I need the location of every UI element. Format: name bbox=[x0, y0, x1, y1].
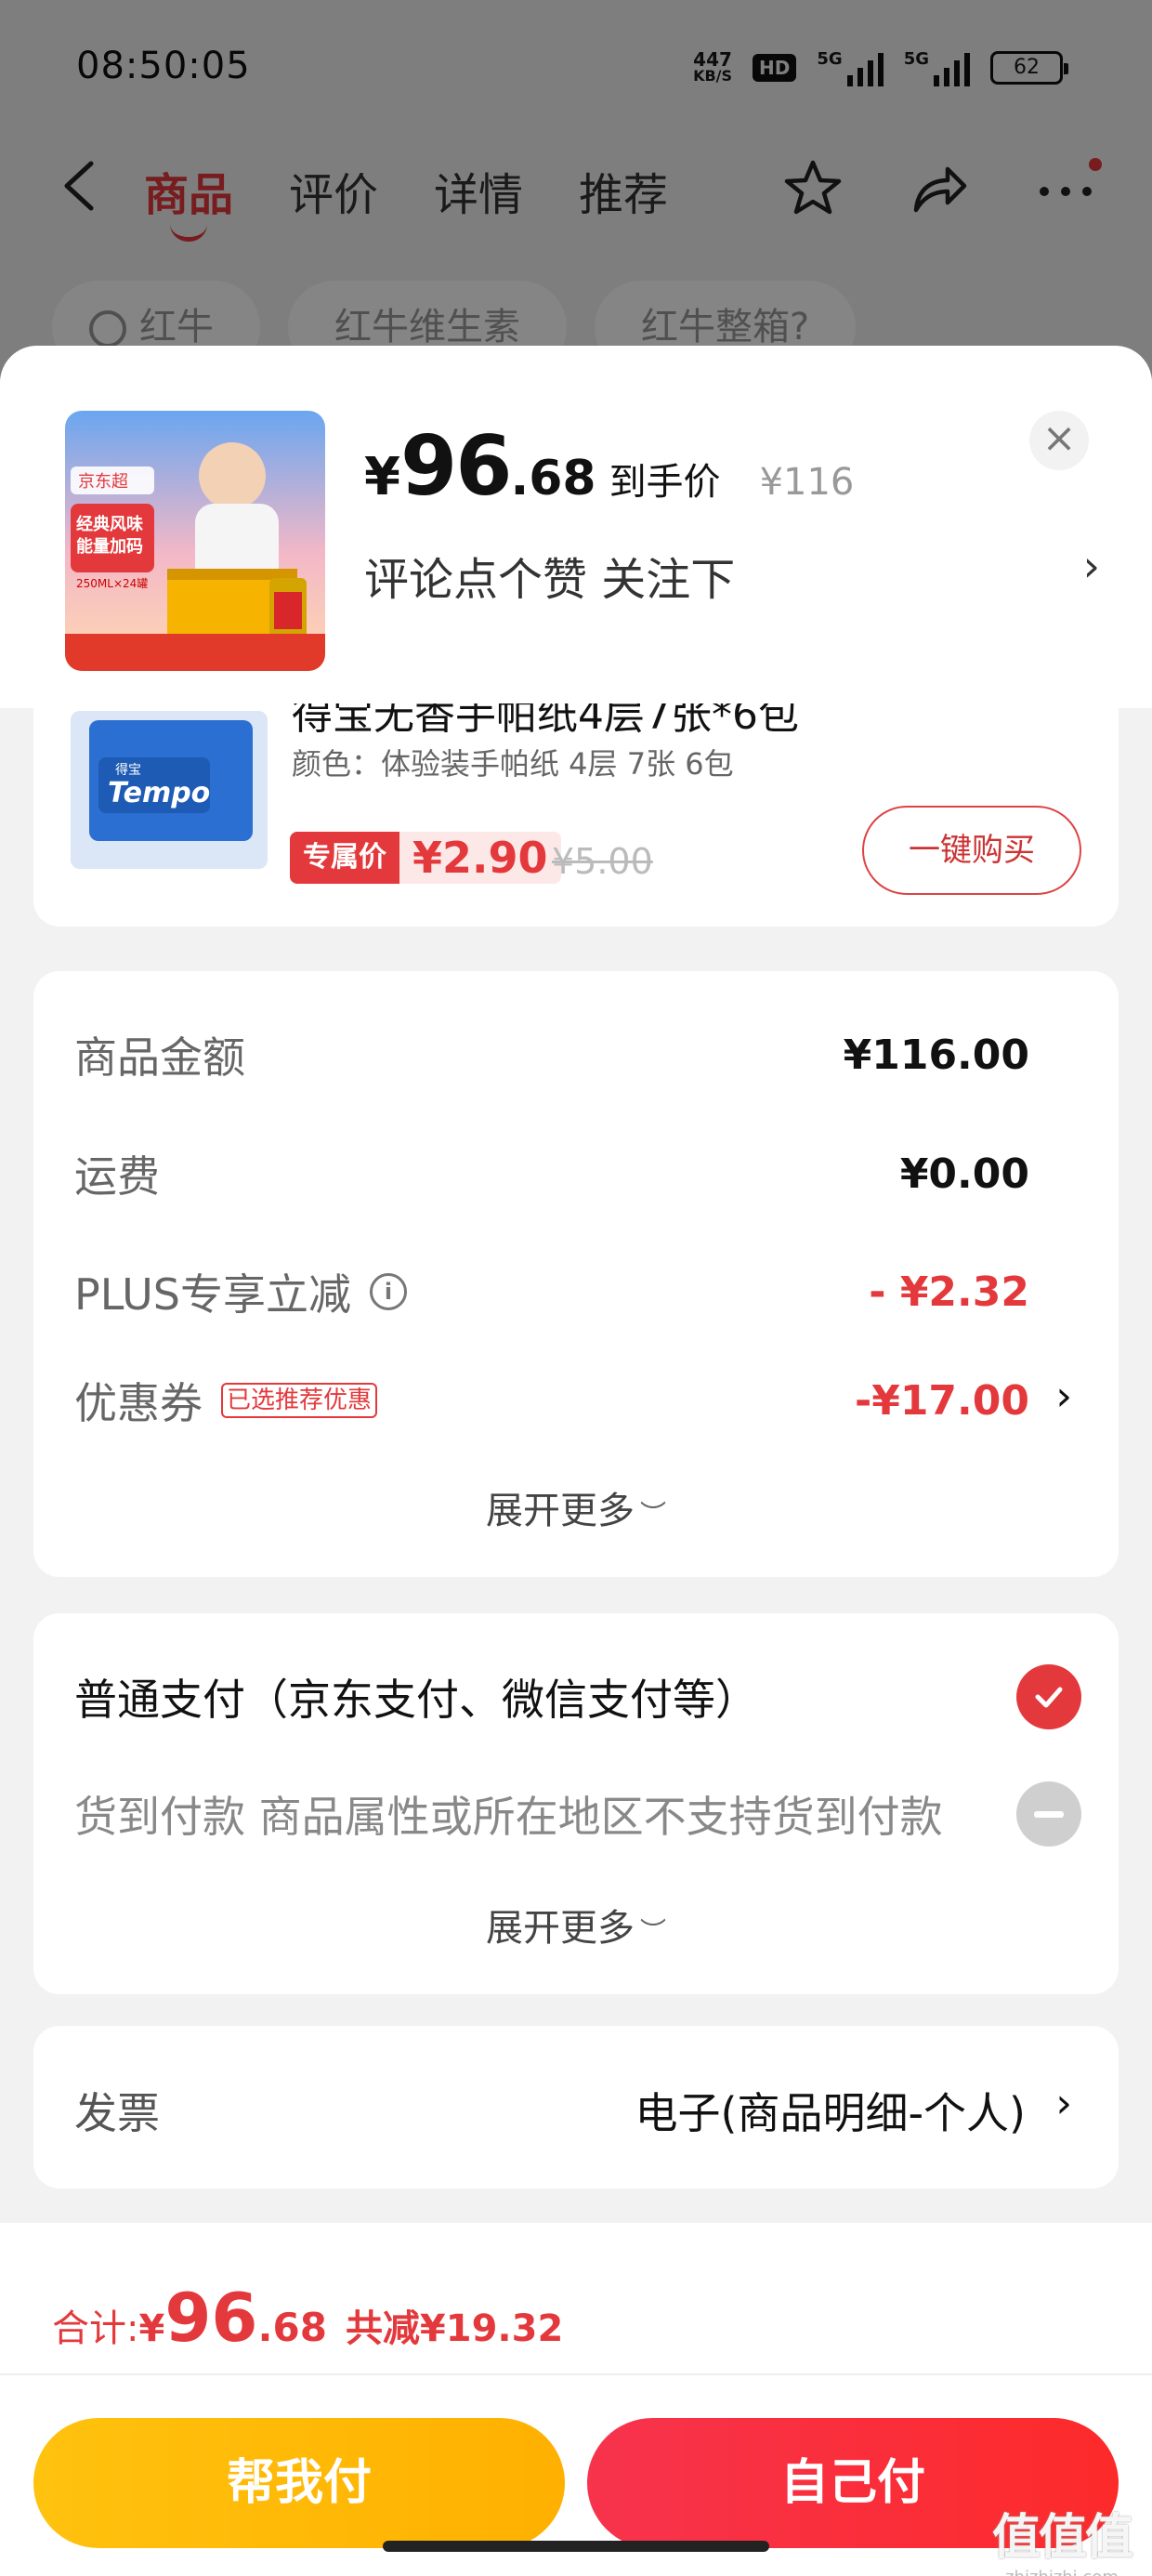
payment-option-normal[interactable]: 普通支付（京东支付、微信支付等） bbox=[74, 1660, 1081, 1734]
price-line: ¥ 96 .68 到手价 ¥116 bbox=[364, 418, 855, 514]
disabled-icon bbox=[1016, 1781, 1081, 1847]
price-label: 到手价 bbox=[609, 461, 721, 504]
coupon-chevron-right-icon[interactable]: › bbox=[1055, 1373, 1072, 1420]
home-indicator[interactable] bbox=[383, 2541, 769, 2552]
divider bbox=[0, 2373, 1152, 2375]
chevron-right-icon[interactable]: › bbox=[1055, 2080, 1072, 2127]
promo-item-card: 得宝 Tempo 得宝无香手帕纸4层7张*6包 颜色：体验装手帕纸 4层 7张 … bbox=[33, 703, 1119, 927]
invoice-value: 电子(商品明细-个人) bbox=[635, 2088, 1027, 2138]
watermark: 值值值 zhizhizhi.com bbox=[991, 2510, 1133, 2576]
expand-more-button[interactable]: 展开更多 ︶ bbox=[33, 1898, 1119, 1952]
checkmark-icon[interactable] bbox=[1016, 1664, 1081, 1729]
chevron-right-icon[interactable]: › bbox=[1083, 541, 1100, 591]
summary-row-goods: 商品金额 ¥116.00 bbox=[74, 1031, 1029, 1084]
original-price: ¥116 bbox=[759, 461, 855, 504]
chevron-down-icon: ︶ bbox=[639, 1916, 666, 1947]
item-spec: 颜色：体验装手帕纸 4层 7张 6包 bbox=[292, 746, 734, 782]
invoice-card[interactable]: 发票 电子(商品明细-个人) › bbox=[33, 2026, 1119, 2188]
svg-text:京东超: 京东超 bbox=[78, 472, 128, 492]
total-line: 合计: ¥ 96 .68 共减¥19.32 bbox=[52, 2279, 564, 2357]
invoice-label: 发票 bbox=[74, 2088, 160, 2138]
svg-text:得宝: 得宝 bbox=[115, 762, 141, 778]
total-savings: 共减¥19.32 bbox=[345, 2307, 564, 2350]
recommended-badge: 已选推荐优惠 bbox=[221, 1383, 378, 1418]
svg-text:Tempo: Tempo bbox=[108, 777, 210, 809]
svg-text:能量加码: 能量加码 bbox=[76, 536, 143, 557]
exclusive-price: ¥2.90 bbox=[412, 833, 548, 883]
info-icon[interactable]: i bbox=[369, 1273, 407, 1310]
dim-overlay[interactable] bbox=[0, 0, 1152, 390]
svg-text:250ML×24罐: 250ML×24罐 bbox=[76, 577, 148, 590]
summary-row-plus: PLUS专享立减 i - ¥2.32 bbox=[74, 1268, 1029, 1321]
expand-more-button[interactable]: 展开更多 ︶ bbox=[33, 1480, 1119, 1534]
help-me-pay-button[interactable]: 帮我付 bbox=[33, 2418, 565, 2548]
one-click-buy-button[interactable]: 一键购买 bbox=[862, 806, 1081, 895]
product-image: 京东超 经典风味 能量加码 250ML×24罐 bbox=[65, 411, 325, 671]
tempo-product-image: 得宝 Tempo bbox=[71, 711, 268, 869]
payment-method-card: 普通支付（京东支付、微信支付等） 货到付款 商品属性或所在地区不支持货到付款 展… bbox=[33, 1613, 1119, 1994]
chevron-down-icon: ︶ bbox=[639, 1499, 666, 1530]
svg-text:经典风味: 经典风味 bbox=[76, 514, 143, 534]
price-summary-card: 商品金额 ¥116.00 运费 ¥0.00 PLUS专享立减 i - ¥2.32… bbox=[33, 971, 1119, 1577]
item-title: 得宝无香手帕纸4层7张*6包 bbox=[292, 703, 799, 739]
payment-option-cod: 货到付款 商品属性或所在地区不支持货到付款 bbox=[74, 1777, 1081, 1851]
total-price: 96 bbox=[164, 2279, 258, 2357]
summary-row-shipping: 运费 ¥0.00 bbox=[74, 1150, 1029, 1203]
summary-row-coupon[interactable]: 优惠券 已选推荐优惠 -¥17.00 bbox=[74, 1373, 1029, 1429]
sheet-header: 京东超 经典风味 能量加码 250ML×24罐 ¥ 96 .68 到手价 ¥11… bbox=[0, 346, 1152, 708]
promo-tip[interactable]: 评论点个赞 关注下 bbox=[364, 543, 735, 608]
product-thumbnail: 京东超 经典风味 能量加码 250ML×24罐 bbox=[65, 411, 325, 671]
close-button[interactable]: × bbox=[1029, 411, 1089, 470]
final-price: 96 bbox=[399, 418, 512, 514]
payment-sheet: 京东超 经典风味 能量加码 250ML×24罐 ¥ 96 .68 到手价 ¥11… bbox=[0, 346, 1152, 2576]
item-original-price: ¥5.00 bbox=[552, 841, 653, 882]
exclusive-price-tag: 专属价 ¥2.90 bbox=[290, 832, 561, 884]
checkout-footer: 合计: ¥ 96 .68 共减¥19.32 帮我付 自己付 bbox=[0, 2223, 1152, 2576]
